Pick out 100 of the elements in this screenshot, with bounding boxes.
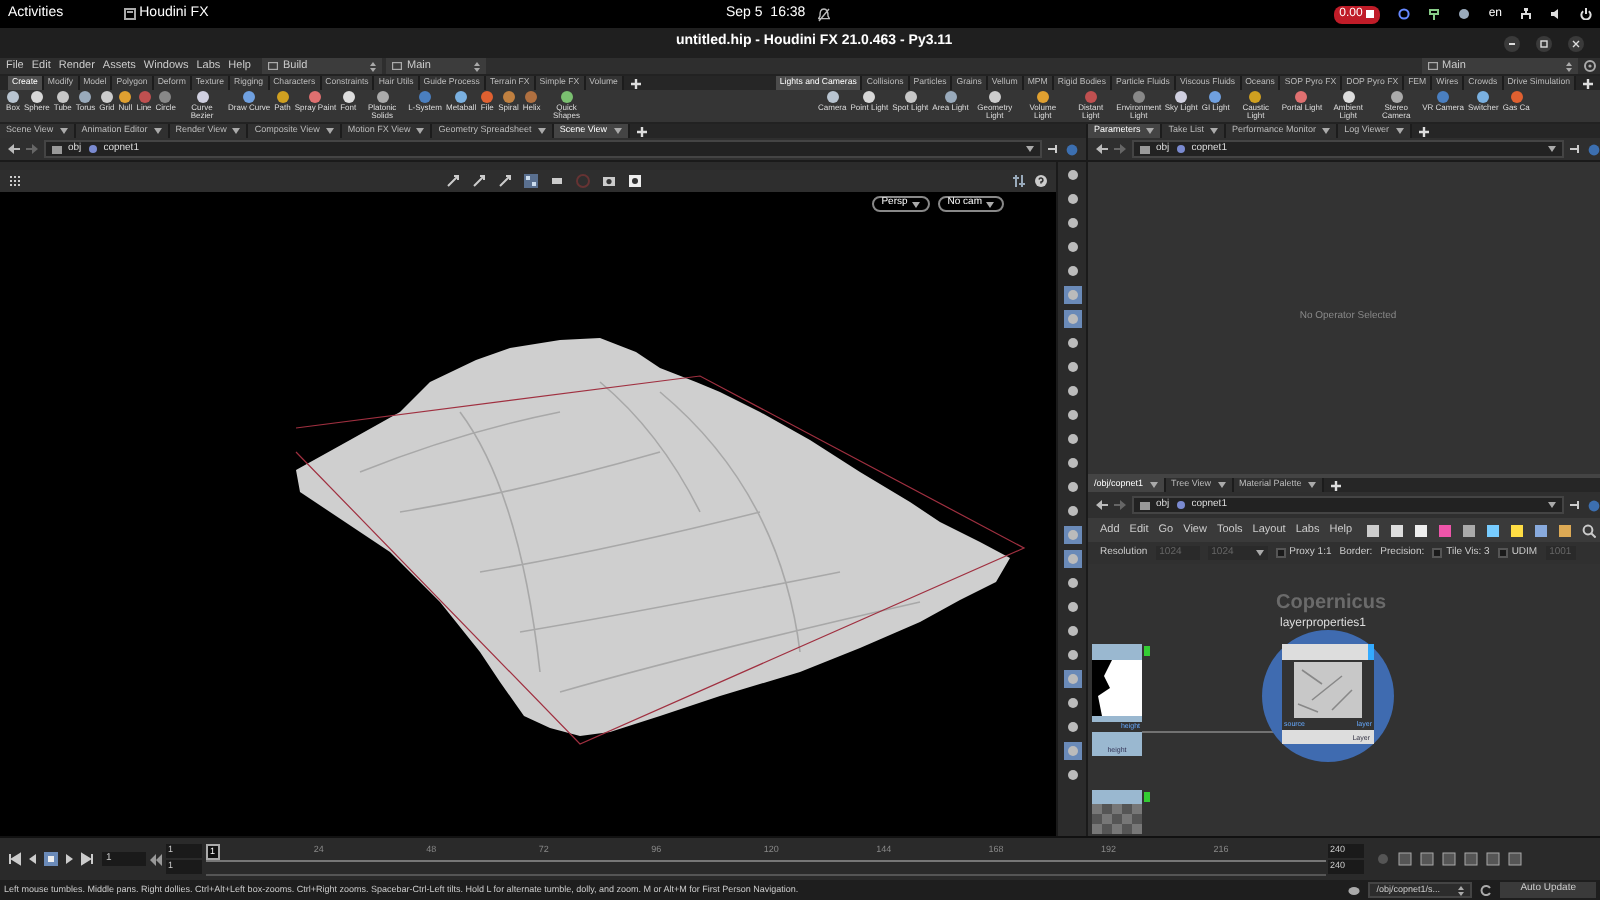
- tool-icon[interactable]: [1063, 478, 1081, 496]
- tool-icon[interactable]: [1063, 742, 1081, 760]
- search-icon[interactable]: [1582, 523, 1597, 537]
- tool-icon[interactable]: [1063, 238, 1081, 256]
- tool-icon: [862, 90, 877, 104]
- tool-icon[interactable]: [1063, 358, 1081, 376]
- skip-end-icon[interactable]: [80, 852, 94, 866]
- caret-icon: [153, 128, 162, 134]
- minimize-icon[interactable]: [1504, 35, 1520, 51]
- tool-icon: [1294, 90, 1309, 104]
- node-icon: [87, 144, 98, 154]
- spinner-arrows-icon: [1458, 885, 1465, 895]
- view-tool-icon[interactable]: [472, 174, 486, 188]
- tool-icon[interactable]: [1063, 214, 1081, 232]
- node-icon: [1175, 500, 1186, 510]
- back-icon[interactable]: [1096, 500, 1108, 510]
- back-icon[interactable]: [8, 144, 20, 154]
- tool-icon[interactable]: [1063, 406, 1081, 424]
- tool-icon: [1436, 90, 1451, 104]
- caret-icon: [1217, 482, 1226, 488]
- tool-icon[interactable]: [1063, 382, 1081, 400]
- caret-icon: [1548, 146, 1557, 152]
- skip-start-icon[interactable]: [8, 852, 22, 866]
- tool-icon: [242, 90, 257, 104]
- close-icon[interactable]: [1568, 35, 1584, 51]
- help-icon[interactable]: [1034, 174, 1048, 188]
- tray-icon: [1428, 8, 1441, 20]
- tool-icon[interactable]: [1063, 694, 1081, 712]
- tool-icon[interactable]: [1063, 262, 1081, 280]
- tool-icon: [308, 90, 323, 104]
- snapshot-icon[interactable]: [628, 174, 642, 188]
- plus-icon[interactable]: [1329, 479, 1342, 491]
- tool-icon: [1341, 90, 1356, 104]
- node-icon: [1175, 144, 1186, 154]
- spinner-arrows-icon: [370, 61, 377, 71]
- checkbox[interactable]: [1497, 548, 1508, 558]
- tool-icon[interactable]: [1063, 670, 1081, 688]
- tool-icon[interactable]: [1063, 502, 1081, 520]
- step-back-icon[interactable]: [26, 852, 40, 866]
- tool-icon: [275, 90, 290, 104]
- tool-icon[interactable]: [1063, 286, 1081, 304]
- caret-icon: [1255, 550, 1264, 556]
- caret-icon: [416, 128, 425, 134]
- tool-icon[interactable]: [1063, 454, 1081, 472]
- tool-icon: [559, 90, 574, 104]
- tool-icon[interactable]: [1063, 334, 1081, 352]
- play-icon[interactable]: [62, 852, 76, 866]
- refresh-icon[interactable]: [1480, 884, 1493, 896]
- desktop-icon: [1428, 62, 1438, 70]
- folder-icon: [1140, 500, 1150, 510]
- plus-icon[interactable]: [635, 125, 647, 137]
- plus-icon[interactable]: [1417, 125, 1429, 137]
- display-option-icon[interactable]: [524, 174, 538, 188]
- flag-icon: [1144, 792, 1150, 802]
- caret-icon: [1210, 128, 1219, 134]
- caret-icon: [1322, 128, 1331, 134]
- caret-icon: [537, 128, 546, 134]
- caret-icon: [911, 201, 920, 207]
- network-context-label: Copernicus: [1276, 590, 1387, 617]
- tool-icon[interactable]: [1063, 310, 1081, 328]
- caret-icon: [1548, 502, 1557, 508]
- tool-icon[interactable]: [1063, 550, 1081, 568]
- tool-icon[interactable]: [1063, 166, 1081, 184]
- view-tool-icon[interactable]: [498, 174, 512, 188]
- tool-icon: [1509, 90, 1524, 104]
- tool-icon[interactable]: [1063, 646, 1081, 664]
- tool-icon: [1131, 90, 1146, 104]
- tool-icon[interactable]: [1063, 718, 1081, 736]
- caret-icon: [325, 128, 334, 134]
- caret-icon: [986, 201, 994, 207]
- image-node[interactable]: [1092, 790, 1142, 836]
- view-tool-icon[interactable]: [446, 174, 460, 188]
- grid-menu-icon[interactable]: [8, 174, 22, 188]
- maximize-icon[interactable]: [1536, 35, 1552, 51]
- plus-icon[interactable]: [1582, 77, 1594, 89]
- checkbox[interactable]: [1275, 548, 1286, 558]
- tool-icon[interactable]: [1063, 622, 1081, 640]
- desktop-icon: [392, 62, 403, 70]
- caret-icon: [1307, 482, 1316, 488]
- folder-icon: [1140, 144, 1150, 154]
- tool-icon[interactable]: [1063, 766, 1081, 784]
- settings-icon[interactable]: [1584, 60, 1596, 72]
- tool-icon: [1083, 90, 1098, 104]
- sort-icon[interactable]: [1012, 174, 1026, 188]
- caret-icon: [613, 128, 621, 134]
- tool-icon[interactable]: [1063, 574, 1081, 592]
- spinner-arrows-icon: [474, 61, 481, 71]
- tool-icon[interactable]: [1063, 526, 1081, 544]
- speech-icon[interactable]: [1348, 885, 1361, 895]
- plus-icon[interactable]: [629, 77, 642, 89]
- tool-icon[interactable]: [1063, 598, 1081, 616]
- tool-icon[interactable]: [1063, 190, 1081, 208]
- back-icon[interactable]: [1096, 144, 1108, 154]
- tool-icon: [825, 90, 840, 104]
- folder-icon: [52, 144, 62, 154]
- step-icon[interactable]: [150, 853, 162, 865]
- camera-icon[interactable]: [602, 174, 616, 188]
- tool-icon[interactable]: [1063, 430, 1081, 448]
- caret-icon: [1146, 128, 1155, 134]
- checkbox[interactable]: [1432, 548, 1443, 558]
